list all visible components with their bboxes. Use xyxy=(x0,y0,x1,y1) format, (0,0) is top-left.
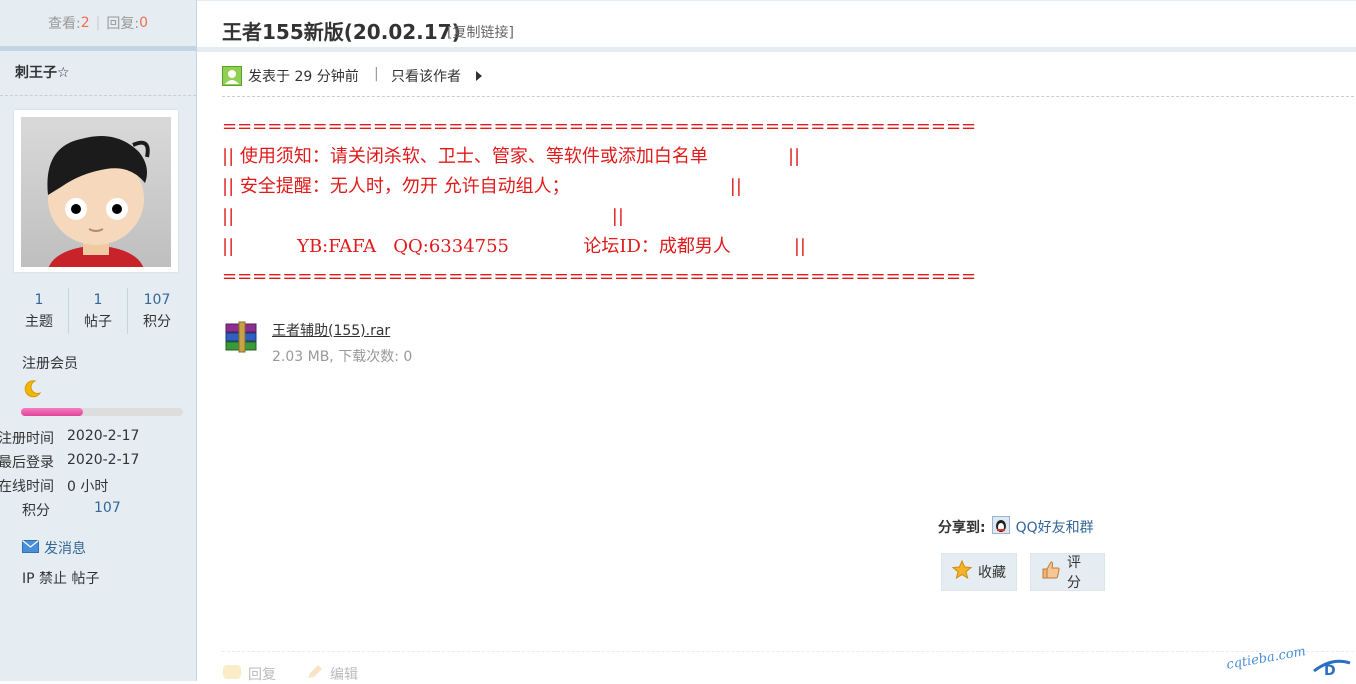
content-line: ========================================… xyxy=(222,116,977,137)
post-footer-divider xyxy=(222,651,1354,652)
replies-label: 回复: xyxy=(106,16,140,32)
avatar-image xyxy=(21,117,171,267)
attachment: 王者辅助(155).rar 2.03 MB, 下载次数: 0 xyxy=(222,318,412,365)
user-online-icon xyxy=(222,66,242,90)
views-count: 2 xyxy=(80,15,90,31)
info-last-login: 最后登录 2020-2-17 xyxy=(0,452,139,472)
stat-label: 帖子 xyxy=(84,314,112,330)
info-register: 注册时间 2020-2-17 xyxy=(0,428,139,448)
rate-label: 评分 xyxy=(1067,555,1081,591)
reply-label: 回复 xyxy=(248,667,276,683)
envelope-icon xyxy=(22,539,39,557)
stats-separator: | xyxy=(95,15,101,31)
user-group[interactable]: 注册会员 xyxy=(22,353,78,373)
attachment-link[interactable]: 王者辅助(155).rar xyxy=(272,320,390,340)
info-online-time: 在线时间 0 小时 xyxy=(0,476,108,496)
moon-icon xyxy=(22,379,42,403)
stat-label: 积分 xyxy=(143,314,171,330)
meta-separator: | xyxy=(374,66,379,82)
content-line: || 安全提醒：无人时，勿开 允许自动组人； || xyxy=(222,176,742,197)
stat-value: 1 xyxy=(93,292,103,308)
send-message-label: 发消息 xyxy=(44,541,86,557)
edit-button[interactable]: 编辑 xyxy=(306,664,358,684)
thread-title-bar: 王者155新版(20.02.17) [复制链接] xyxy=(197,0,1356,52)
send-message-link[interactable]: 发消息 xyxy=(22,538,86,558)
thread-title: 王者155新版(20.02.17) xyxy=(222,20,461,44)
info-label: 积分 xyxy=(22,503,50,519)
thread-stats: 查看: 2 | 回复: 0 xyxy=(0,0,196,51)
content-line: || || xyxy=(222,206,624,227)
share-label: 分享到: xyxy=(938,520,986,536)
watermark-logo: D xyxy=(1312,653,1352,683)
reply-button[interactable]: 回复 xyxy=(222,664,276,684)
avatar[interactable] xyxy=(14,110,178,272)
only-author-link[interactable]: 只看该作者 xyxy=(391,66,461,86)
author-name[interactable]: 刺王子☆ xyxy=(0,51,196,96)
rate-button[interactable]: 评分 xyxy=(1030,553,1105,591)
content-line: || 使用须知：请关闭杀软、卫士、管家、等软件或添加白名单 || xyxy=(222,146,801,167)
star-icon xyxy=(951,559,973,584)
stat-posts[interactable]: 1 帖子 xyxy=(69,288,128,334)
post-meta: 发表于 29 分钟前 | 只看该作者 xyxy=(222,62,1354,97)
edit-label: 编辑 xyxy=(330,667,358,683)
author-stats: 1 主题 1 帖子 107 积分 xyxy=(10,288,186,334)
favorite-label: 收藏 xyxy=(978,565,1006,581)
reply-icon xyxy=(222,664,242,684)
content-line: ========================================… xyxy=(222,266,977,287)
level-progress xyxy=(21,408,183,416)
site-watermark: cqtieba.com xyxy=(1225,644,1308,673)
archive-icon xyxy=(222,321,262,362)
pencil-icon xyxy=(306,664,324,684)
favorite-button[interactable]: 收藏 xyxy=(941,553,1017,591)
info-label: 在线时间 xyxy=(0,479,54,495)
stat-threads[interactable]: 1 主题 xyxy=(10,288,69,334)
qq-penguin-icon[interactable] xyxy=(991,516,1010,538)
stat-label: 主题 xyxy=(25,314,53,330)
stat-value: 107 xyxy=(143,292,171,308)
info-value: 2020-2-17 xyxy=(67,428,140,444)
info-label: 最后登录 xyxy=(0,455,54,471)
content-line: || YB:FAFA QQ:6334755 论坛ID：成都男人 || xyxy=(222,236,806,257)
attachment-info: 2.03 MB, 下载次数: 0 xyxy=(272,349,413,365)
author-sidebar: 查看: 2 | 回复: 0 刺王子☆ 1 主题 1 帖子 107 积分 注册会员… xyxy=(0,0,197,681)
replies-count: 0 xyxy=(139,15,148,31)
thumbs-up-icon xyxy=(1041,560,1061,584)
info-value[interactable]: 107 xyxy=(94,500,121,516)
stat-value: 1 xyxy=(34,292,44,308)
level-progress-fill xyxy=(21,408,83,416)
views-label: 查看: xyxy=(48,16,81,32)
info-points: 积分 107 xyxy=(22,500,121,520)
arrow-right-icon[interactable] xyxy=(476,71,482,81)
share-row: 分享到: QQ好友和群 xyxy=(938,516,1094,538)
share-qq-link[interactable]: QQ好友和群 xyxy=(1016,517,1094,537)
info-label: 注册时间 xyxy=(0,431,54,447)
info-value: 0 小时 xyxy=(67,479,109,495)
svg-text:D: D xyxy=(1324,663,1336,679)
info-value: 2020-2-17 xyxy=(67,452,140,468)
stat-points[interactable]: 107 积分 xyxy=(128,288,186,334)
posted-time: 发表于 29 分钟前 xyxy=(248,69,359,85)
copy-link-button[interactable]: [复制链接] xyxy=(447,22,514,42)
moderation-links[interactable]: IP 禁止 帖子 xyxy=(22,568,99,588)
